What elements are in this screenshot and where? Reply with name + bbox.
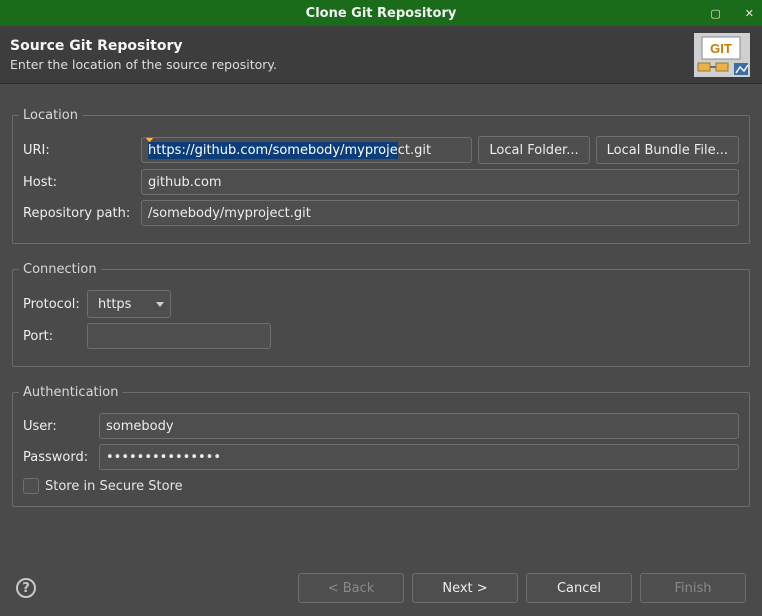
local-folder-button[interactable]: Local Folder...	[478, 136, 589, 164]
repo-path-label: Repository path:	[23, 206, 135, 221]
uri-label: URI:	[23, 143, 135, 158]
port-input[interactable]	[87, 323, 271, 349]
password-input[interactable]: •••••••••••••••	[99, 444, 739, 470]
git-repo-icon: GIT	[692, 32, 752, 78]
protocol-value: https	[98, 297, 131, 312]
location-legend: Location	[19, 108, 82, 123]
cancel-button[interactable]: Cancel	[526, 573, 632, 603]
help-button[interactable]: ?	[16, 578, 36, 598]
connection-legend: Connection	[19, 262, 101, 277]
uri-input[interactable]: ◆ https://github.com/somebody/myproject.…	[141, 137, 472, 163]
content-assist-icon: ◆	[146, 137, 153, 144]
svg-text:GIT: GIT	[710, 41, 732, 56]
page-subtitle: Enter the location of the source reposit…	[10, 57, 692, 72]
port-label: Port:	[23, 329, 81, 344]
host-label: Host:	[23, 175, 135, 190]
connection-group: Connection Protocol: https Port:	[12, 262, 750, 367]
user-input[interactable]: somebody	[99, 413, 739, 439]
window-controls: ▢ ✕	[710, 0, 754, 26]
host-input[interactable]: github.com	[141, 169, 739, 195]
next-button[interactable]: Next >	[412, 573, 518, 603]
finish-button[interactable]: Finish	[640, 573, 746, 603]
location-group: Location URI: ◆ https://github.com/someb…	[12, 108, 750, 244]
protocol-label: Protocol:	[23, 297, 81, 312]
window-title: Clone Git Repository	[0, 6, 762, 21]
window-close-icon[interactable]: ✕	[745, 8, 754, 19]
wizard-footer: ? < Back Next > Cancel Finish	[0, 560, 762, 616]
uri-rest-text: ct.git	[398, 143, 431, 158]
chevron-down-icon	[156, 302, 164, 307]
back-button[interactable]: < Back	[298, 573, 404, 603]
store-secure-checkbox[interactable]	[23, 478, 39, 494]
store-secure-label: Store in Secure Store	[45, 479, 183, 494]
title-bar: Clone Git Repository ▢ ✕	[0, 0, 762, 26]
uri-selected-text: https://github.com/somebody/myproje	[148, 142, 398, 159]
authentication-legend: Authentication	[19, 385, 122, 400]
protocol-select[interactable]: https	[87, 290, 171, 318]
wizard-header: Source Git Repository Enter the location…	[0, 26, 762, 84]
user-label: User:	[23, 419, 93, 434]
repo-path-input[interactable]: /somebody/myproject.git	[141, 200, 739, 226]
local-bundle-file-button[interactable]: Local Bundle File...	[596, 136, 739, 164]
page-title: Source Git Repository	[10, 38, 692, 54]
password-label: Password:	[23, 450, 93, 465]
window-maximize-icon[interactable]: ▢	[710, 8, 720, 19]
authentication-group: Authentication User: somebody Password: …	[12, 385, 750, 507]
